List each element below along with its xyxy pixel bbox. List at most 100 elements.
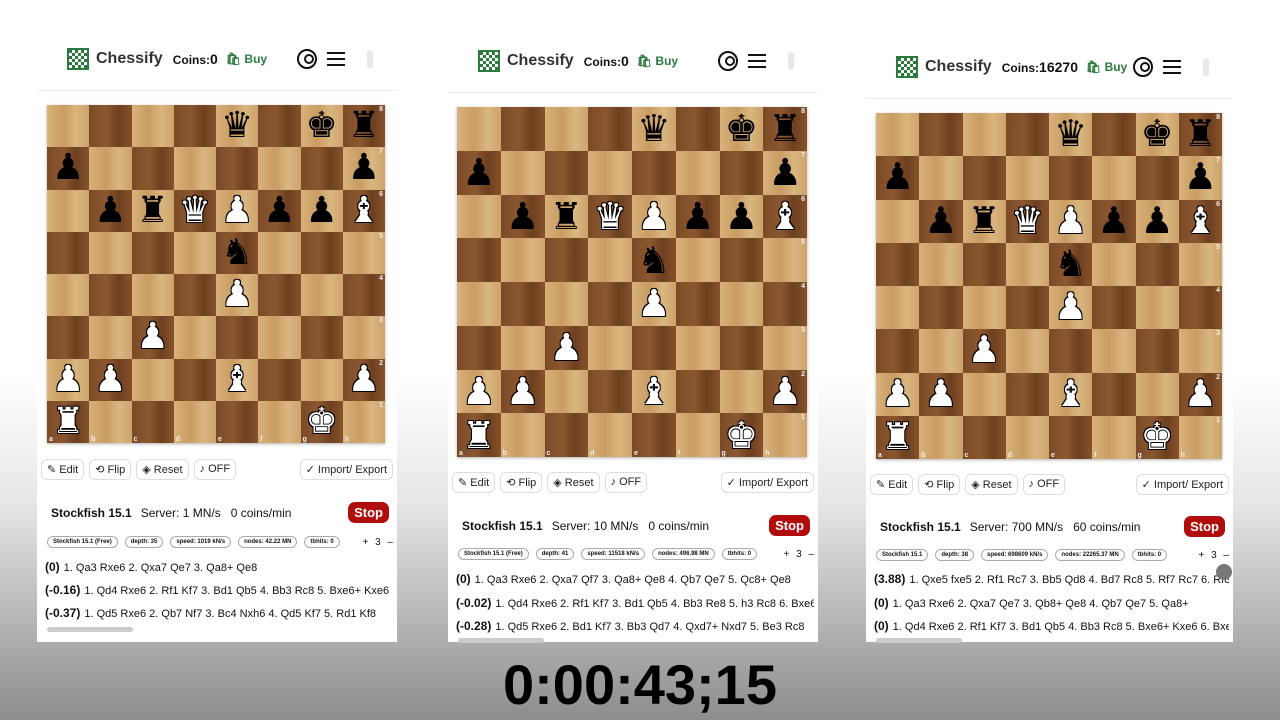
white-pawn-icon[interactable]: ♟ — [924, 375, 957, 413]
square-g3[interactable] — [719, 325, 764, 370]
scroll-handle[interactable] — [367, 50, 373, 68]
square-g8[interactable]: ♚ — [1135, 113, 1179, 157]
square-g5[interactable] — [719, 238, 764, 282]
square-b4[interactable] — [919, 286, 963, 330]
square-c8[interactable] — [131, 105, 174, 148]
square-g5[interactable] — [1135, 242, 1179, 286]
white-pawn-icon[interactable]: ♟ — [52, 361, 84, 398]
chessify-logo-icon[interactable] — [896, 56, 918, 78]
square-e7[interactable] — [1049, 156, 1093, 200]
black-rook-icon[interactable]: ♜ — [137, 192, 169, 229]
square-c5[interactable] — [962, 242, 1006, 286]
user-icon[interactable] — [297, 49, 317, 69]
square-g4[interactable] — [719, 282, 764, 326]
lines-count-stepper[interactable]: + 3 – — [362, 537, 393, 548]
square-h3[interactable]: 3 — [1178, 329, 1222, 373]
square-d4[interactable] — [173, 274, 216, 317]
black-pawn-icon[interactable]: ♟ — [768, 153, 801, 191]
black-pawn-icon[interactable]: ♟ — [881, 159, 914, 196]
square-g8[interactable]: ♚ — [719, 107, 764, 151]
square-f3[interactable] — [258, 316, 301, 359]
square-e1[interactable]: e — [1049, 415, 1093, 459]
import-export-button[interactable]: ✓ Import/ Export — [299, 459, 393, 480]
menu-icon[interactable] — [327, 52, 345, 66]
square-e6[interactable]: ♟ — [632, 194, 676, 239]
square-d4[interactable] — [588, 282, 632, 326]
square-f1[interactable]: f — [258, 400, 301, 443]
square-f7[interactable] — [258, 147, 301, 190]
square-f5[interactable] — [258, 231, 301, 274]
buy-button[interactable]: 🛍 Buy — [637, 54, 678, 68]
reset-button[interactable]: ◈ Reset — [965, 474, 1018, 495]
square-f4[interactable] — [675, 282, 720, 326]
square-h8[interactable]: ♜ 8 — [342, 105, 385, 148]
square-d3[interactable] — [588, 325, 632, 370]
lines-count-stepper[interactable]: + 3 – — [1198, 550, 1229, 561]
square-b6[interactable]: ♟ — [919, 199, 963, 243]
square-f1[interactable]: f — [675, 413, 720, 457]
square-c2[interactable] — [962, 372, 1006, 416]
black-knight-icon[interactable]: ♞ — [221, 235, 253, 271]
buy-button[interactable]: 🛍 Buy — [1086, 60, 1127, 74]
square-g1[interactable]: ♚ g — [719, 413, 764, 457]
square-b2[interactable]: ♟ — [919, 372, 963, 416]
black-queen-icon[interactable]: ♛ — [637, 110, 670, 147]
menu-icon[interactable] — [748, 54, 766, 68]
square-a2[interactable]: ♟ — [457, 369, 501, 414]
square-h6[interactable]: ♝ 6 — [763, 194, 807, 239]
square-e5[interactable]: ♞ — [216, 231, 259, 274]
white-bishop-icon[interactable]: ♝ — [1184, 202, 1217, 240]
square-e8[interactable]: ♛ — [216, 105, 259, 148]
square-h1[interactable]: 1h — [342, 400, 385, 443]
square-d6[interactable]: ♛ — [588, 194, 632, 239]
square-e5[interactable]: ♞ — [632, 238, 676, 282]
black-pawn-icon[interactable]: ♟ — [462, 153, 495, 191]
import-export-button[interactable]: ✓ Import/ Export — [1135, 474, 1229, 495]
black-pawn-icon[interactable]: ♟ — [924, 202, 957, 240]
chess-board[interactable]: ♛ ♚ ♜ 8 ♟ ♟ 7 ♟ ♜ ♛ ♟ ♟ ♟ ♝ 6 ♞ 5 ♟ 4 ♟ 3 ♟ ♟ ♝ ♟ 2 ♜ a b c d e f ♚ g 1 h — [47, 105, 385, 443]
square-a1[interactable]: ♜ a — [876, 415, 920, 459]
analysis-line[interactable]: (0) 1. Qa3 Rxe6 2. Qxa7 Qe7 3. Qb8+ Qe8 4… — [874, 596, 1229, 610]
white-pawn-icon[interactable]: ♟ — [637, 197, 670, 235]
scroll-handle[interactable] — [788, 52, 794, 70]
square-b1[interactable]: b — [89, 400, 132, 443]
square-g7[interactable] — [719, 150, 764, 195]
white-pawn-icon[interactable]: ♟ — [550, 328, 583, 366]
square-a8[interactable] — [457, 107, 501, 151]
square-c4[interactable] — [962, 286, 1006, 330]
square-e2[interactable]: ♝ — [216, 358, 259, 401]
square-b7[interactable] — [500, 150, 545, 195]
black-knight-icon[interactable]: ♞ — [1054, 245, 1087, 283]
sound-button[interactable]: ♪ OFF — [1022, 474, 1066, 495]
square-a4[interactable] — [457, 282, 501, 326]
square-f2[interactable] — [258, 358, 301, 401]
square-f4[interactable] — [1092, 286, 1136, 330]
square-d7[interactable] — [173, 147, 216, 190]
user-icon[interactable] — [1133, 57, 1153, 77]
menu-icon[interactable] — [1163, 60, 1181, 74]
analysis-line[interactable]: (3.88) 1. Qxe5 fxe5 2. Rf1 Rc7 3. Bb5 Qd8… — [874, 572, 1229, 586]
square-e4[interactable]: ♟ — [216, 274, 259, 317]
white-pawn-icon[interactable]: ♟ — [1054, 288, 1087, 326]
square-f5[interactable] — [1092, 242, 1136, 286]
square-c6[interactable]: ♜ — [131, 189, 174, 232]
square-b1[interactable]: b — [919, 415, 963, 459]
flip-button[interactable]: ⟲ Flip — [89, 459, 132, 480]
white-bishop-icon[interactable]: ♝ — [768, 197, 801, 235]
square-h7[interactable]: ♟ 7 — [1178, 156, 1222, 200]
square-h3[interactable]: 3 — [342, 316, 385, 359]
square-d8[interactable] — [588, 107, 632, 151]
reset-button[interactable]: ◈ Reset — [136, 459, 189, 480]
square-a6[interactable] — [47, 189, 90, 232]
square-c1[interactable]: c — [544, 413, 589, 457]
square-d1[interactable]: d — [588, 413, 632, 457]
black-queen-icon[interactable]: ♛ — [221, 108, 253, 144]
square-f4[interactable] — [258, 274, 301, 317]
sound-button[interactable]: ♪ OFF — [193, 459, 237, 480]
square-a6[interactable] — [457, 194, 501, 239]
square-e3[interactable] — [216, 316, 259, 359]
chessify-logo-icon[interactable] — [478, 50, 500, 72]
analysis-line[interactable]: (0) 1. Qa3 Rxe6 2. Qxa7 Qe7 3. Qa8+ Qe8 — [45, 560, 393, 574]
square-b7[interactable] — [89, 147, 132, 190]
square-a4[interactable] — [47, 274, 90, 317]
